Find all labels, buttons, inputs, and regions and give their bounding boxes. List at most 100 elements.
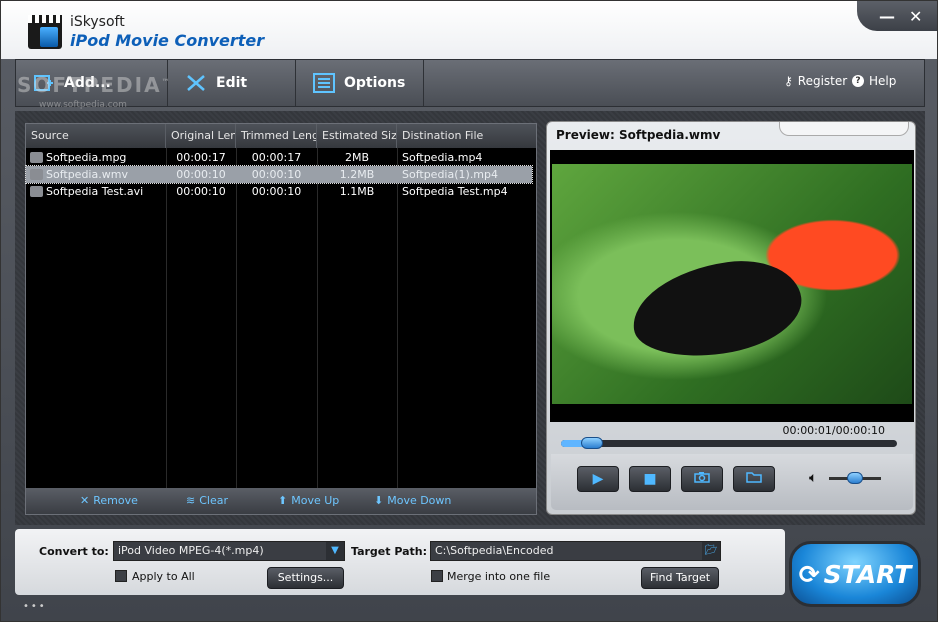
clear-icon: ≋ bbox=[186, 494, 196, 507]
stop-icon: ■ bbox=[643, 471, 657, 487]
watermark-text: SOFTPEDIA™ bbox=[17, 73, 172, 97]
preview-tab-decoration bbox=[779, 122, 909, 136]
target-path-label: Target Path: bbox=[351, 545, 428, 558]
brand-name: iSkysoft bbox=[70, 14, 125, 30]
remove-label: Remove bbox=[93, 494, 138, 507]
col-destination-file[interactable]: Distination File bbox=[397, 124, 536, 148]
row-source: Softpedia Test.avi bbox=[46, 185, 144, 198]
row-original: 00:00:17 bbox=[176, 151, 226, 164]
video-file-icon bbox=[30, 186, 43, 197]
options-button[interactable]: Options bbox=[296, 60, 424, 106]
col-estimated-size[interactable]: Estimated Size bbox=[317, 124, 397, 148]
clear-button[interactable]: ≋ Clear bbox=[186, 494, 228, 507]
refresh-icon: ⟳ bbox=[798, 559, 820, 589]
snapshot-button[interactable] bbox=[681, 466, 723, 492]
playback-time: 00:00:01/00:00:10 bbox=[782, 424, 885, 437]
video-area[interactable] bbox=[550, 150, 914, 422]
col-source[interactable]: Source bbox=[26, 124, 166, 148]
window-controls-area: — ✕ bbox=[857, 1, 937, 31]
title-bar: iSkysoft iPod Movie Converter — ✕ bbox=[1, 1, 937, 59]
row-size: 1.1MB bbox=[339, 185, 375, 198]
ipod-glyph bbox=[40, 27, 58, 47]
col-original-length[interactable]: Original Len... bbox=[166, 124, 236, 148]
row-size: 1.2MB bbox=[339, 168, 375, 181]
status-dots: ••• bbox=[23, 601, 47, 612]
start-label: START bbox=[823, 559, 912, 589]
format-value: iPod Video MPEG-4(*.mp4) bbox=[118, 544, 264, 557]
watermark-url: www.softpedia.com bbox=[39, 100, 127, 110]
row-dest: Softpedia(1).mp4 bbox=[402, 168, 499, 181]
move-up-button[interactable]: ⬆ Move Up bbox=[278, 494, 339, 507]
minimize-button[interactable]: — bbox=[879, 7, 895, 26]
convert-to-label: Convert to: bbox=[39, 545, 109, 558]
product-name: iPod Movie Converter bbox=[70, 31, 265, 50]
edit-label: Edit bbox=[216, 75, 248, 91]
move-down-button[interactable]: ⬇ Move Down bbox=[374, 494, 451, 507]
app-logo-icon bbox=[28, 15, 62, 49]
start-button[interactable]: ⟳ START bbox=[789, 541, 921, 607]
camera-icon bbox=[694, 471, 710, 487]
row-dest: Softpedia.mp4 bbox=[402, 151, 483, 164]
seek-bar[interactable] bbox=[561, 437, 897, 449]
speaker-icon[interactable]: 🔈︎ bbox=[809, 470, 817, 486]
film-strip bbox=[28, 15, 62, 23]
arrow-down-icon: ⬇ bbox=[374, 494, 384, 507]
video-file-icon bbox=[30, 169, 43, 180]
video-file-icon bbox=[30, 152, 43, 163]
folder-open-icon[interactable]: 📂︎ bbox=[702, 542, 720, 560]
preview-title: Preview: Softpedia.wmv bbox=[556, 128, 721, 142]
chevron-down-icon[interactable]: ▼ bbox=[326, 542, 344, 560]
table-row-selected[interactable]: Softpedia.wmv 00:00:10 00:00:10 1.2MB So… bbox=[25, 165, 533, 184]
seek-handle[interactable] bbox=[581, 437, 603, 449]
play-icon: ▶ bbox=[592, 471, 604, 487]
preview-panel: Preview: Softpedia.wmv 00:00:01/00:00:10… bbox=[546, 121, 916, 515]
play-button[interactable]: ▶ bbox=[577, 466, 619, 492]
scissors-icon bbox=[184, 72, 208, 94]
apply-to-all-checkbox[interactable] bbox=[115, 570, 127, 582]
close-button[interactable]: ✕ bbox=[909, 7, 922, 26]
clear-label: Clear bbox=[199, 494, 228, 507]
apply-to-all-label: Apply to All bbox=[132, 570, 195, 583]
row-original: 00:00:10 bbox=[176, 185, 226, 198]
row-source: Softpedia.wmv bbox=[46, 168, 128, 181]
target-path-input[interactable]: C:\Softpedia\Encoded 📂︎ bbox=[430, 541, 721, 561]
move-up-label: Move Up bbox=[291, 494, 340, 507]
row-trimmed: 00:00:10 bbox=[251, 185, 302, 198]
col-trimmed-length[interactable]: Trimmed Length bbox=[236, 124, 317, 148]
output-settings-bar: Convert to: iPod Video MPEG-4(*.mp4) ▼ T… bbox=[15, 529, 785, 595]
target-path-value: C:\Softpedia\Encoded bbox=[435, 544, 554, 557]
playback-controls: ▶ ■ 🔈︎ bbox=[551, 454, 913, 510]
folder-icon bbox=[746, 471, 762, 487]
arrow-up-icon: ⬆ bbox=[278, 494, 288, 507]
merge-label: Merge into one file bbox=[447, 570, 551, 583]
open-folder-button[interactable] bbox=[733, 466, 775, 492]
help-icon: ? bbox=[852, 75, 864, 87]
help-label: Help bbox=[869, 74, 897, 88]
edit-button[interactable]: Edit bbox=[168, 60, 296, 106]
move-down-label: Move Down bbox=[387, 494, 452, 507]
row-trimmed: 00:00:17 bbox=[251, 151, 302, 164]
remove-icon: ✕ bbox=[80, 494, 90, 507]
merge-checkbox[interactable] bbox=[431, 570, 443, 582]
options-label: Options bbox=[344, 75, 406, 91]
file-list-panel: Source Original Len... Trimmed Length Es… bbox=[25, 123, 537, 515]
video-frame bbox=[552, 164, 912, 404]
remove-button[interactable]: ✕ Remove bbox=[80, 494, 138, 507]
register-link[interactable]: ⚷ Register bbox=[784, 74, 847, 88]
row-dest: Softpedia Test.mp4 bbox=[402, 185, 508, 198]
format-dropdown[interactable]: iPod Video MPEG-4(*.mp4) ▼ bbox=[113, 541, 345, 561]
row-original: 00:00:10 bbox=[176, 168, 226, 181]
stop-button[interactable]: ■ bbox=[629, 466, 671, 492]
volume-handle[interactable] bbox=[847, 472, 863, 484]
settings-button[interactable]: Settings... bbox=[267, 567, 344, 589]
register-label: Register bbox=[797, 74, 848, 88]
checklist-icon bbox=[312, 72, 336, 94]
row-trimmed: 00:00:10 bbox=[251, 168, 302, 181]
row-source: Softpedia.mpg bbox=[46, 151, 127, 164]
key-icon: ⚷ bbox=[784, 74, 793, 88]
table-row[interactable]: Softpedia.mpg 00:00:17 00:00:17 2MB Soft… bbox=[26, 149, 532, 166]
find-target-button[interactable]: Find Target bbox=[641, 567, 719, 589]
app-window: iSkysoft iPod Movie Converter — ✕ Add...… bbox=[0, 0, 938, 622]
table-row[interactable]: Softpedia Test.avi 00:00:10 00:00:10 1.1… bbox=[26, 183, 532, 200]
help-link[interactable]: ? Help bbox=[852, 74, 896, 88]
